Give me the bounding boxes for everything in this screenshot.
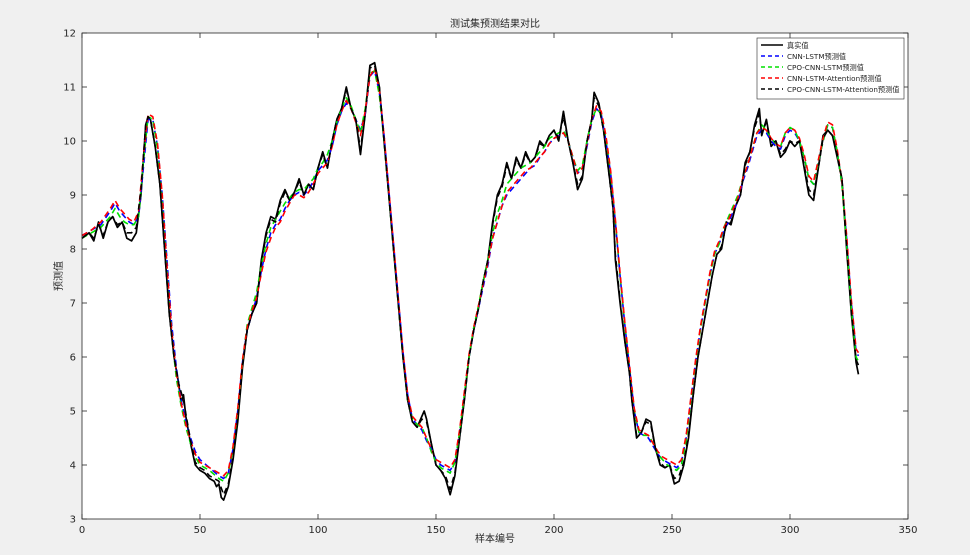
x-tick-label: 0 bbox=[79, 525, 85, 536]
y-tick-label: 7 bbox=[70, 299, 76, 310]
x-tick-label: 150 bbox=[426, 525, 445, 536]
x-tick-label: 50 bbox=[194, 525, 207, 536]
x-tick-label: 200 bbox=[544, 525, 563, 536]
legend-label: CPO-CNN-LSTM-Attention预测值 bbox=[787, 85, 900, 94]
legend: 真实值 CNN-LSTM预测值 CPO-CNN-LSTM预测值 CNN-LSTM-At… bbox=[756, 37, 905, 100]
y-axis-label: 预测值 bbox=[52, 261, 65, 291]
y-tick-label: 12 bbox=[63, 29, 76, 40]
x-tick-label: 100 bbox=[308, 525, 327, 536]
plot-area bbox=[82, 33, 908, 519]
y-tick-label: 9 bbox=[70, 191, 76, 202]
y-tick-label: 10 bbox=[63, 137, 76, 148]
legend-label: CNN-LSTM-Attention预测值 bbox=[787, 74, 882, 83]
legend-label: CNN-LSTM预测值 bbox=[787, 52, 846, 61]
x-tick-label: 250 bbox=[662, 525, 681, 536]
chart-figure: 测试集预测结果对比 样本编号 预测值 0 50 100 150 200 250 300 350… bbox=[0, 0, 970, 555]
x-axis-label: 样本编号 bbox=[475, 532, 515, 545]
y-tick-label: 5 bbox=[70, 407, 76, 418]
y-tick-label: 6 bbox=[70, 353, 76, 364]
y-tick-label: 8 bbox=[70, 245, 76, 256]
x-tick-label: 350 bbox=[898, 525, 917, 536]
y-tick-label: 3 bbox=[70, 515, 76, 526]
y-tick-label: 11 bbox=[63, 83, 76, 94]
x-tick-label: 300 bbox=[780, 525, 799, 536]
y-tick-label: 4 bbox=[70, 461, 76, 472]
chart-title: 测试集预测结果对比 bbox=[450, 17, 540, 30]
legend-label: CPO-CNN-LSTM预测值 bbox=[787, 63, 864, 72]
legend-label: 真实值 bbox=[787, 41, 809, 50]
